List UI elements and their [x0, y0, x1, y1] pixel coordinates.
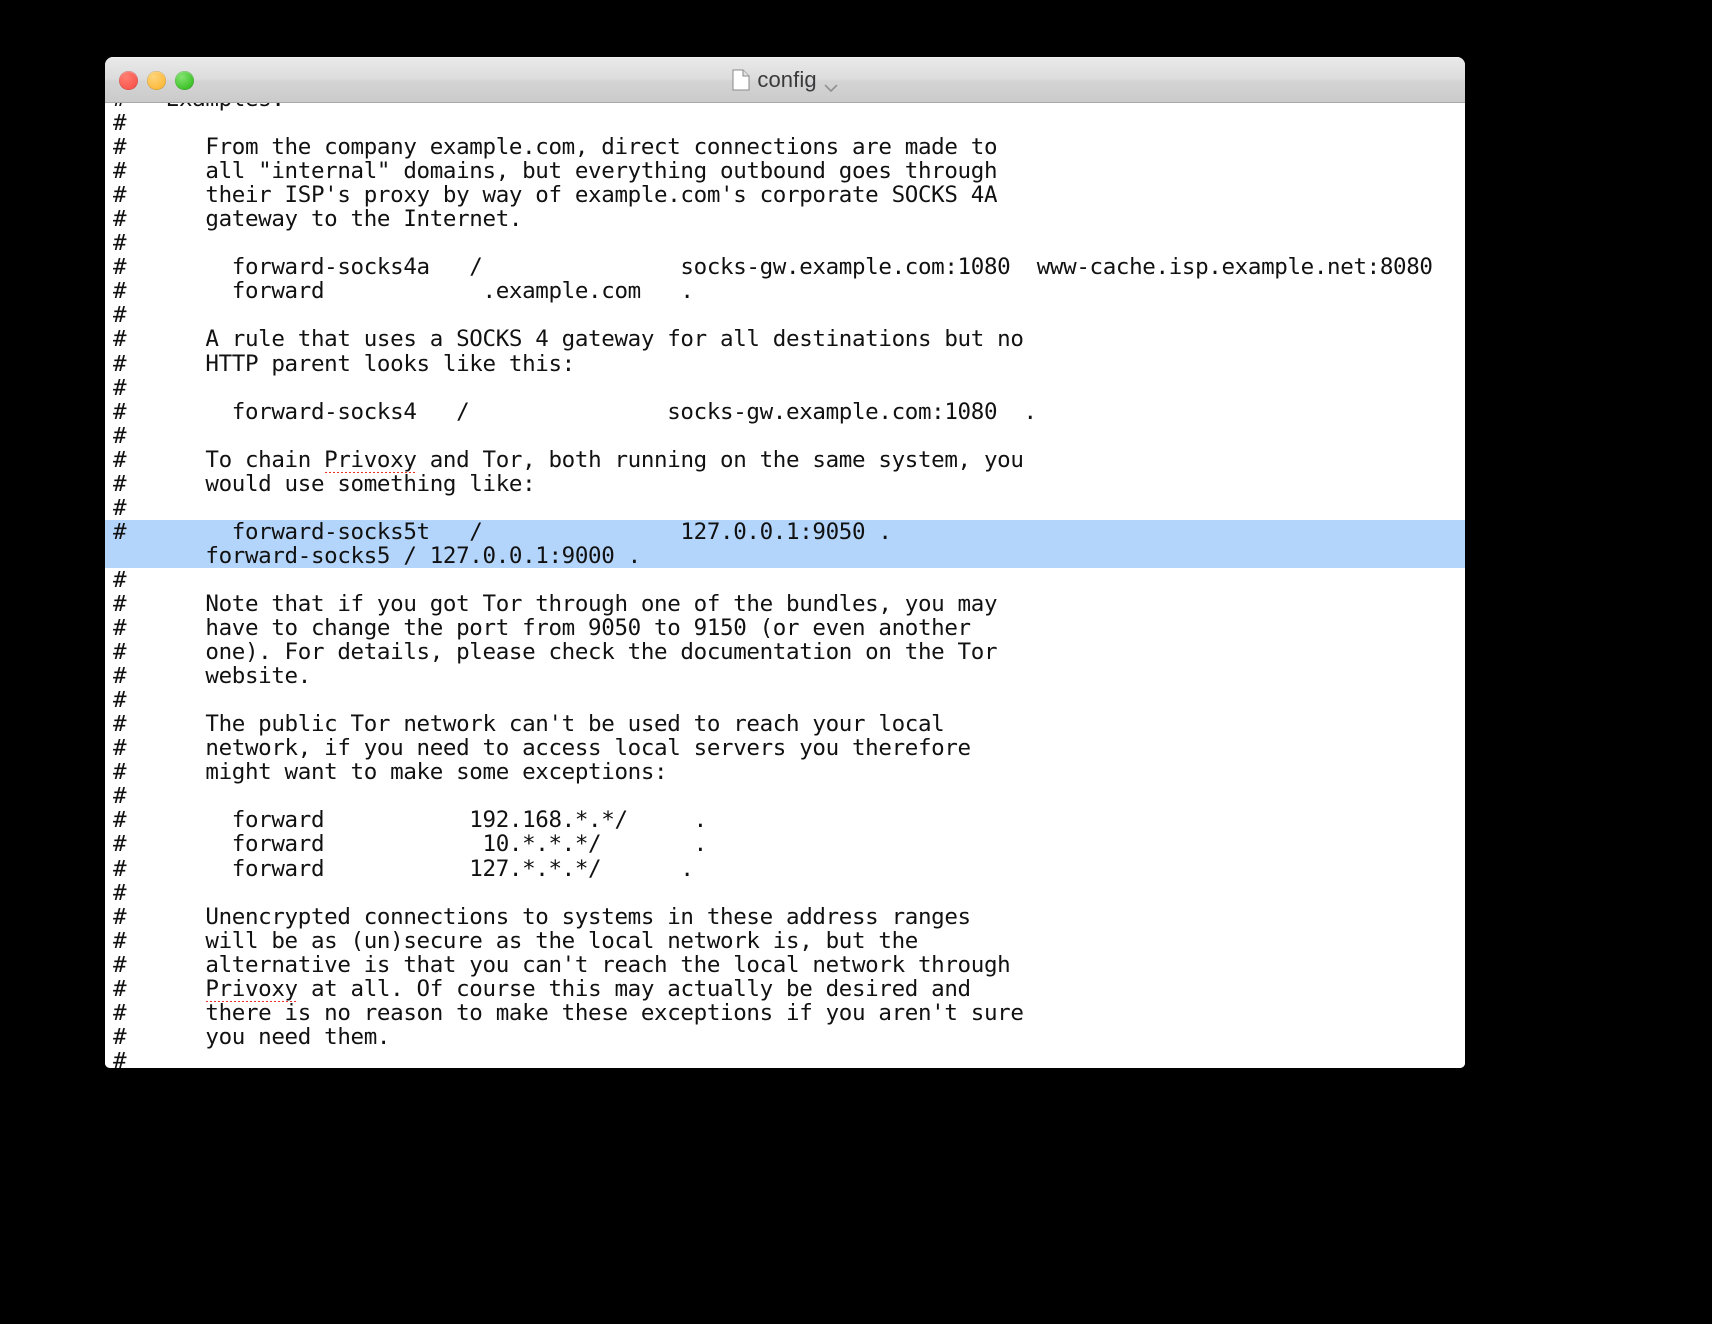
code-line[interactable]: # all "internal" domains, but everything…	[105, 159, 1465, 183]
code-line[interactable]: # forward 192.168.*.*/ .	[105, 808, 1465, 832]
code-line[interactable]: # Unencrypted connections to systems in …	[105, 905, 1465, 929]
code-line[interactable]: # forward .example.com .	[105, 279, 1465, 303]
code-line[interactable]: #	[105, 880, 1465, 904]
code-line[interactable]: # A rule that uses a SOCKS 4 gateway for…	[105, 327, 1465, 351]
window-controls	[119, 58, 194, 102]
code-line[interactable]: #	[105, 231, 1465, 255]
code-line[interactable]: # have to change the port from 9050 to 9…	[105, 616, 1465, 640]
code-line[interactable]: # their ISP's proxy by way of example.co…	[105, 183, 1465, 207]
code-line[interactable]: # one). For details, please check the do…	[105, 640, 1465, 664]
code-line[interactable]: # would use something like:	[105, 472, 1465, 496]
code-line[interactable]: # The public Tor network can't be used t…	[105, 712, 1465, 736]
text-editor-window: config # Examples:## From the company ex…	[105, 57, 1465, 1068]
window-title-group: config	[105, 58, 1465, 102]
window-title: config	[757, 67, 817, 92]
code-line[interactable]: # Note that if you got Tor through one o…	[105, 592, 1465, 616]
code-line[interactable]: # From the company example.com, direct c…	[105, 135, 1465, 159]
code-line[interactable]: #	[105, 784, 1465, 808]
code-line[interactable]: # forward 10.*.*.*/ .	[105, 832, 1465, 856]
code-line[interactable]: # gateway to the Internet.	[105, 207, 1465, 231]
desktop-background: config # Examples:## From the company ex…	[0, 0, 1712, 1324]
code-line[interactable]: #	[105, 496, 1465, 520]
code-line[interactable]: # website.	[105, 664, 1465, 688]
code-line[interactable]: forward-socks5 / 127.0.0.1:9000 .	[105, 544, 1465, 568]
code-line[interactable]: # forward 127.*.*.*/ .	[105, 856, 1465, 880]
code-line[interactable]: # forward-socks5t / 127.0.0.1:9050 .	[105, 520, 1465, 544]
code-line[interactable]: # might want to make some exceptions:	[105, 760, 1465, 784]
code-line[interactable]: # there is no reason to make these excep…	[105, 1001, 1465, 1025]
chevron-down-icon[interactable]	[824, 78, 838, 92]
code-line[interactable]: #	[105, 424, 1465, 448]
window-titlebar[interactable]: config	[105, 57, 1465, 103]
code-line[interactable]: #	[105, 688, 1465, 712]
code-line[interactable]: #	[105, 111, 1465, 135]
code-line[interactable]: # will be as (un)secure as the local net…	[105, 929, 1465, 953]
code-line[interactable]: #	[105, 1049, 1465, 1068]
spellcheck-misspelled-word[interactable]: Privoxy	[324, 447, 417, 473]
editor-text-area[interactable]: # Examples:## From the company example.c…	[105, 103, 1465, 1068]
document-icon	[732, 69, 750, 91]
code-line[interactable]: # Privoxy at all. Of course this may act…	[105, 977, 1465, 1001]
code-line[interactable]: # HTTP parent looks like this:	[105, 351, 1465, 375]
spellcheck-misspelled-word[interactable]: Privoxy	[205, 976, 298, 1002]
code-line[interactable]: # To chain Privoxy and Tor, both running…	[105, 448, 1465, 472]
code-line[interactable]: # Examples:	[105, 103, 1465, 111]
zoom-button[interactable]	[175, 70, 194, 90]
code-line[interactable]: #	[105, 303, 1465, 327]
close-button[interactable]	[119, 70, 138, 90]
code-line[interactable]: #	[105, 376, 1465, 400]
minimize-button[interactable]	[147, 70, 166, 90]
code-line[interactable]: # alternative is that you can't reach th…	[105, 953, 1465, 977]
code-line[interactable]: # forward-socks4a / socks-gw.example.com…	[105, 255, 1465, 279]
code-line[interactable]: # you need them.	[105, 1025, 1465, 1049]
code-line[interactable]: #	[105, 568, 1465, 592]
code-line[interactable]: # forward-socks4 / socks-gw.example.com:…	[105, 400, 1465, 424]
code-line[interactable]: # network, if you need to access local s…	[105, 736, 1465, 760]
code-content[interactable]: # Examples:## From the company example.c…	[105, 103, 1465, 1068]
